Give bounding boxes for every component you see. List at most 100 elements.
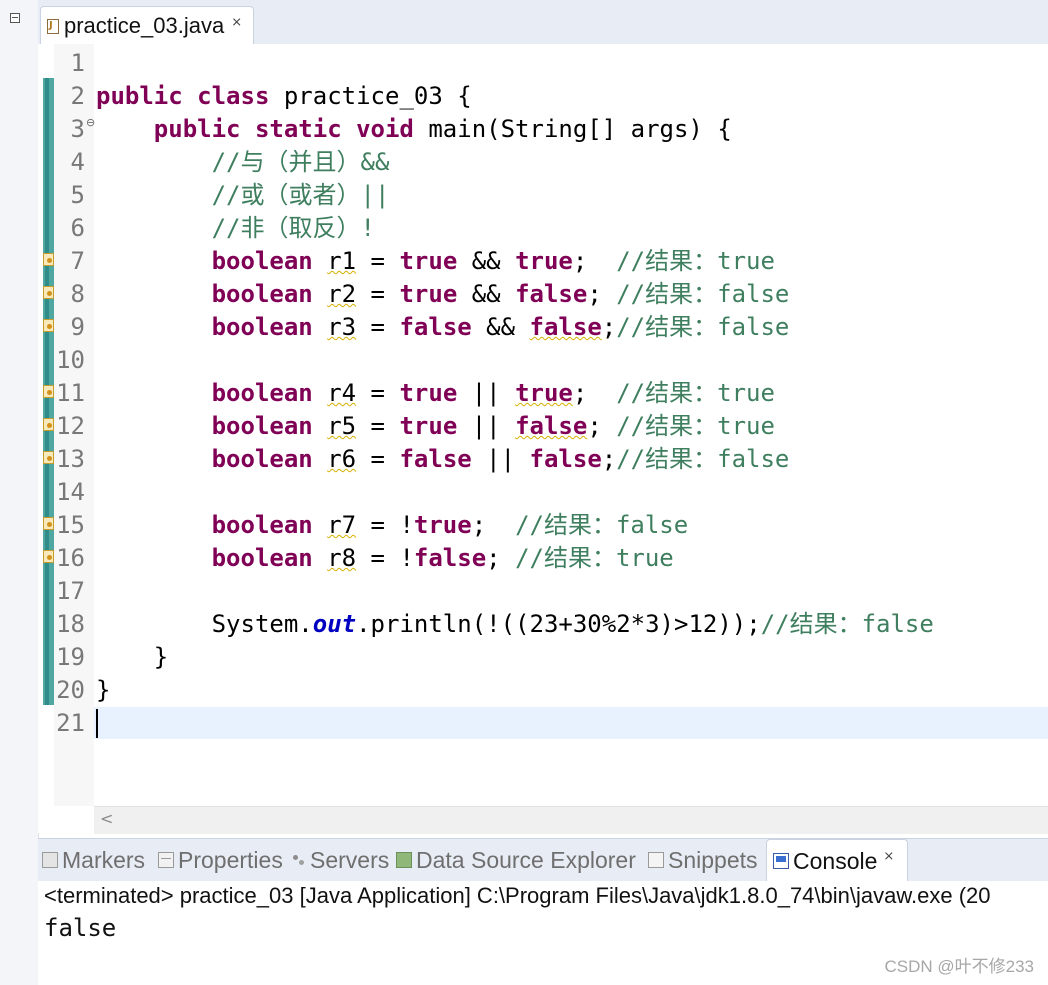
code-token: ; — [587, 280, 617, 308]
code-line[interactable]: 7 boolean r1 = true && true; //结果：true — [54, 245, 1048, 278]
servers-icon — [292, 853, 306, 867]
warning-marker-icon[interactable] — [43, 385, 54, 398]
fold-collapse-icon[interactable]: ⊖ — [86, 116, 95, 129]
code-line[interactable]: 6 //非（取反）! — [54, 212, 1048, 245]
warning-marker-icon[interactable] — [43, 550, 54, 563]
bottom-panel-tab-bar: Markers Properties Servers Data Source Expl… — [38, 838, 1048, 882]
code-line[interactable]: 1 — [54, 47, 1048, 80]
code-line[interactable]: 5 //或（或者）|| — [54, 179, 1048, 212]
line-number: 6 — [70, 214, 85, 242]
code-line[interactable]: 16 boolean r8 = !false; //结果：true — [54, 542, 1048, 575]
scroll-corner — [38, 806, 94, 833]
warning-marker-icon[interactable] — [43, 286, 54, 299]
keyword-token: boolean — [211, 313, 313, 341]
code-token: r2 — [327, 280, 357, 308]
code-token: ; — [572, 247, 617, 275]
code-token: } — [96, 643, 169, 671]
line-number: 9 — [70, 313, 85, 341]
warning-marker-icon[interactable] — [43, 517, 54, 530]
code-line[interactable]: 17 — [54, 575, 1048, 608]
code-token: ; — [471, 511, 516, 539]
warning-marker-icon[interactable] — [43, 319, 54, 332]
code-token: r5 — [327, 412, 357, 440]
warning-marker-icon[interactable] — [43, 253, 54, 266]
code-token: ; — [572, 379, 617, 407]
warning-marker-icon[interactable] — [43, 418, 54, 431]
code-text: //非（取反）! — [96, 212, 375, 245]
code-token: ; — [486, 544, 516, 572]
code-text: boolean r6 = false || false;//结果：false — [96, 443, 790, 476]
code-token: = ! — [356, 544, 414, 572]
close-icon[interactable]: ⨯ — [231, 15, 242, 30]
keyword-token: boolean — [211, 445, 313, 473]
tab-console[interactable]: Console ⨯ — [766, 839, 908, 882]
code-line[interactable]: 13 boolean r6 = false || false;//结果：fals… — [54, 443, 1048, 476]
code-line[interactable]: 21 — [54, 707, 1048, 740]
comment-token: //结果：true — [616, 379, 775, 407]
restore-panel-icon[interactable] — [10, 13, 20, 23]
comment-token: //结果：true — [616, 412, 775, 440]
tab-properties[interactable]: Properties — [158, 839, 286, 881]
tab-data-source-explorer[interactable]: Data Source Explorer — [396, 839, 642, 881]
code-line[interactable]: 9 boolean r3 = false && false;//结果：false — [54, 311, 1048, 344]
line-number: 21 — [56, 709, 85, 737]
code-token: r7 — [327, 511, 357, 539]
line-number: 2 — [70, 82, 85, 110]
code-line[interactable]: 20} — [54, 674, 1048, 707]
code-token: = — [356, 412, 400, 440]
code-line[interactable]: 2 public class practice_03 { — [54, 80, 1048, 113]
keyword-token: false — [413, 544, 487, 572]
code-token: } — [96, 676, 111, 704]
line-number: 8 — [70, 280, 85, 308]
console-output: false — [44, 914, 117, 942]
keyword-token: true — [515, 247, 573, 275]
tab-markers[interactable]: Markers — [42, 839, 152, 881]
code-token: ; — [587, 412, 617, 440]
keyword-token: false — [515, 280, 588, 308]
warning-marker-icon[interactable] — [43, 451, 54, 464]
keyword-token: boolean — [211, 280, 313, 308]
line-number: 5 — [70, 181, 85, 209]
keyword-token: true — [413, 511, 472, 539]
line-number: 12 — [56, 412, 85, 440]
close-icon[interactable]: ⨯ — [883, 849, 894, 864]
line-number: 1 — [70, 49, 85, 77]
code-token: = — [356, 247, 400, 275]
keyword-token: false — [529, 445, 602, 473]
code-text: boolean r8 = !false; //结果：true — [96, 542, 674, 575]
horizontal-scrollbar[interactable]: < — [94, 806, 1048, 834]
code-token: r3 — [327, 313, 357, 341]
code-line[interactable]: 14 — [54, 476, 1048, 509]
code-line[interactable]: 12 boolean r5 = true || false; //结果：true — [54, 410, 1048, 443]
left-trim-strip — [0, 0, 39, 985]
line-number: 4 — [70, 148, 85, 176]
editor-tab-practice-03[interactable]: J practice_03.java ⨯ — [40, 6, 254, 45]
tab-snippets[interactable]: Snippets — [648, 839, 760, 881]
comment-token: //结果：false — [616, 280, 790, 308]
keyword-token: false — [399, 313, 472, 341]
line-number: 18 — [56, 610, 85, 638]
code-line[interactable]: 3 ⊖ public static void main(String[] args… — [54, 113, 1048, 146]
code-line[interactable]: 10 — [54, 344, 1048, 377]
code-line[interactable]: 8 boolean r2 = true && false; //结果：false — [54, 278, 1048, 311]
code-line[interactable]: 15 boolean r7 = !true; //结果：false — [54, 509, 1048, 542]
code-line[interactable]: 18 System.out.println(!((23+30%2*3)>12))… — [54, 608, 1048, 641]
code-line[interactable]: 19 } — [54, 641, 1048, 674]
scroll-left-arrow-icon[interactable]: < — [100, 809, 113, 828]
comment-token: //与（并且）&& — [211, 148, 390, 176]
code-token: r6 — [327, 445, 357, 473]
code-token: ; — [601, 313, 617, 341]
code-line[interactable]: 11 boolean r4 = true || true; //结果：true — [54, 377, 1048, 410]
tab-servers[interactable]: Servers — [292, 839, 390, 881]
code-line[interactable]: 4 //与（并且）&& — [54, 146, 1048, 179]
